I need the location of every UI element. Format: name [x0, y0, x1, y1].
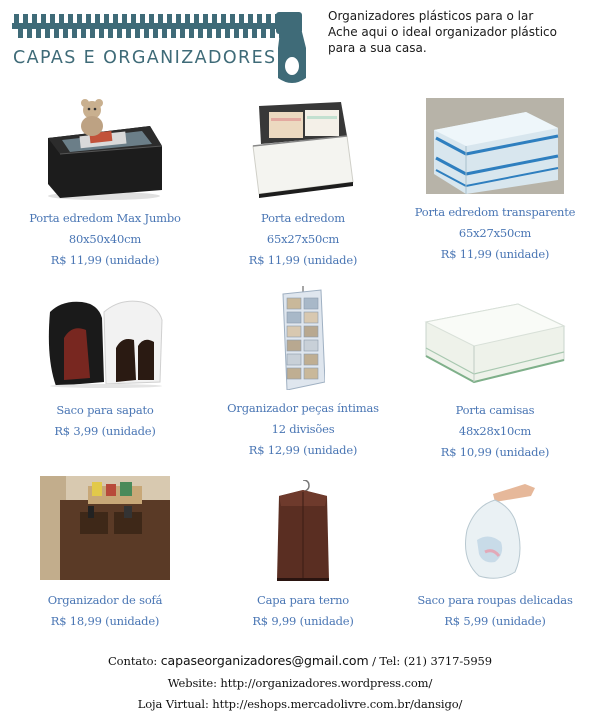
product-image[interactable] — [455, 480, 535, 582]
contact-label: Contato: — [107, 654, 158, 668]
intro-line: para a sua casa. — [328, 41, 427, 55]
website-link[interactable]: Website: http://organizadores.wordpress.… — [0, 673, 600, 695]
zipper-logo-graphic — [12, 14, 298, 38]
phone-text: / Tel: (21) 3717-5959 — [368, 654, 492, 668]
product-price: R$ 12,99 (unidade) — [248, 443, 358, 457]
product-dimensions: 65x27x50cm — [458, 226, 532, 240]
product-price: R$ 11,99 (unidade) — [440, 247, 550, 261]
product-dimensions: 80x50x40cm — [68, 232, 142, 246]
product-image[interactable] — [42, 98, 168, 200]
product-organizador-pecas-intimas[interactable]: Organizador peças íntimas 12 divisões R$… — [206, 286, 400, 461]
email-link[interactable]: capaseorganizadores@gmail.com — [161, 653, 369, 668]
product-name: Organizador de sofá — [47, 593, 163, 607]
product-porta-camisas[interactable]: Porta camisas 48x28x10cm R$ 10,99 (unida… — [398, 298, 592, 463]
intro-line: Ache aqui o ideal organizador plástico — [328, 25, 557, 39]
product-saco-para-roupas-delicadas[interactable]: Saco para roupas delicadas R$ 5,99 (unid… — [398, 480, 592, 632]
product-image[interactable] — [42, 298, 168, 388]
product-name: Organizador peças íntimas — [227, 401, 379, 415]
product-dimensions: 48x28x10cm — [458, 424, 532, 438]
product-price: R$ 5,99 (unidade) — [444, 614, 546, 628]
product-image[interactable] — [273, 480, 333, 582]
zipper-pull-icon — [276, 12, 306, 83]
product-price: R$ 11,99 (unidade) — [50, 253, 160, 267]
logo-text: CAPAS E ORGANIZADORES — [13, 48, 277, 68]
product-name: Porta edredom Max Jumbo — [29, 211, 181, 225]
product-price: R$ 10,99 (unidade) — [440, 445, 550, 459]
product-name: Saco para roupas delicadas — [417, 593, 573, 607]
product-image[interactable] — [426, 98, 564, 194]
product-dimensions: 65x27x50cm — [266, 232, 340, 246]
product-name: Porta camisas — [455, 403, 535, 417]
product-price: R$ 11,99 (unidade) — [248, 253, 358, 267]
product-saco-para-sapato[interactable]: Saco para sapato R$ 3,99 (unidade) — [8, 298, 202, 442]
product-porta-edredom-max-jumbo[interactable]: Porta edredom Max Jumbo 80x50x40cm R$ 11… — [8, 98, 202, 271]
product-price: R$ 3,99 (unidade) — [54, 424, 156, 438]
footer: Contato: capaseorganizadores@gmail.com /… — [0, 650, 600, 716]
product-porta-edredom-transparente[interactable]: Porta edredom transparente 65x27x50cm R$… — [398, 98, 592, 265]
product-organizador-de-sofa[interactable]: Organizador de sofá R$ 18,99 (unidade) — [8, 476, 202, 632]
product-image[interactable] — [247, 98, 359, 200]
product-price: R$ 9,99 (unidade) — [252, 614, 354, 628]
product-price: R$ 18,99 (unidade) — [50, 614, 160, 628]
intro-line: Organizadores plásticos para o lar — [328, 9, 534, 23]
product-capa-para-terno[interactable]: Capa para terno R$ 9,99 (unidade) — [206, 480, 400, 632]
product-image[interactable] — [281, 286, 325, 390]
intro-text: Organizadores plásticos para o lar Ache … — [328, 8, 590, 56]
page: CAPAS E ORGANIZADORES Organizadores plás… — [0, 0, 600, 718]
product-image[interactable] — [40, 476, 170, 580]
product-name: Saco para sapato — [56, 403, 154, 417]
product-dimensions: 12 divisões — [271, 422, 335, 436]
product-name: Capa para terno — [256, 593, 349, 607]
store-link[interactable]: Loja Virtual: http://eshops.mercadolivre… — [0, 694, 600, 716]
contact-line: Contato: capaseorganizadores@gmail.com /… — [0, 650, 600, 673]
product-name: Porta edredom — [261, 211, 345, 225]
product-image[interactable] — [422, 298, 568, 388]
product-name: Porta edredom transparente — [414, 205, 576, 219]
product-porta-edredom[interactable]: Porta edredom 65x27x50cm R$ 11,99 (unida… — [206, 98, 400, 271]
